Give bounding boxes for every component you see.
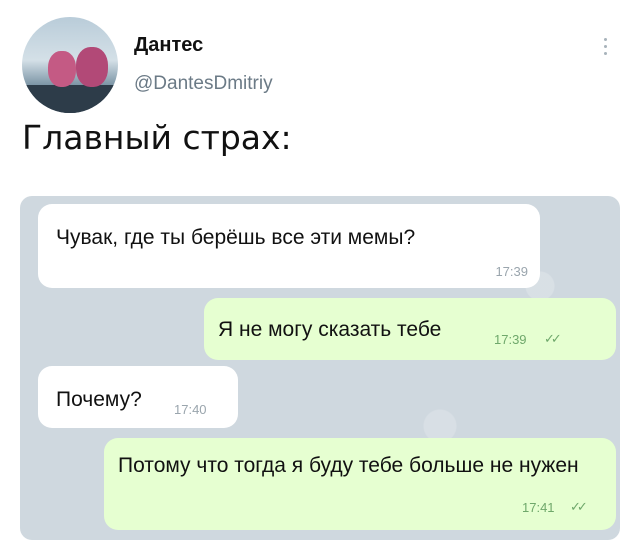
more-vertical-icon[interactable] — [600, 34, 610, 64]
message-text: Почему? — [56, 388, 142, 411]
author-handle[interactable]: @DantesDmitriy — [134, 73, 273, 95]
message-time: 17:41 — [522, 500, 555, 515]
tweet-text: Главный страх: — [22, 118, 292, 157]
message-text: Я не могу сказать тебе — [218, 318, 442, 341]
message-time: 17:39 — [495, 264, 528, 279]
chat-screenshot: Чувак, где ты берёшь все эти мемы? 17:39… — [20, 196, 620, 540]
message-bubble-outgoing: Я не могу сказать тебе 17:39 ✓✓ — [204, 298, 616, 360]
double-check-icon: ✓✓ — [570, 499, 588, 514]
message-text: Потому что тогда я буду тебе больше не н… — [118, 454, 579, 477]
message-bubble-outgoing: Потому что тогда я буду тебе больше не н… — [104, 438, 616, 530]
message-text: Чувак, где ты берёшь все эти мемы? — [56, 226, 416, 249]
tweet-header: Дантес @DantesDmitriy — [0, 0, 640, 120]
avatar[interactable] — [22, 17, 118, 113]
author-name[interactable]: Дантес — [134, 34, 203, 57]
double-check-icon: ✓✓ — [544, 331, 562, 346]
message-time: 17:40 — [174, 402, 207, 417]
message-bubble-incoming: Почему? 17:40 — [38, 366, 238, 428]
message-time: 17:39 — [494, 332, 527, 347]
message-bubble-incoming: Чувак, где ты берёшь все эти мемы? 17:39 — [38, 204, 540, 288]
